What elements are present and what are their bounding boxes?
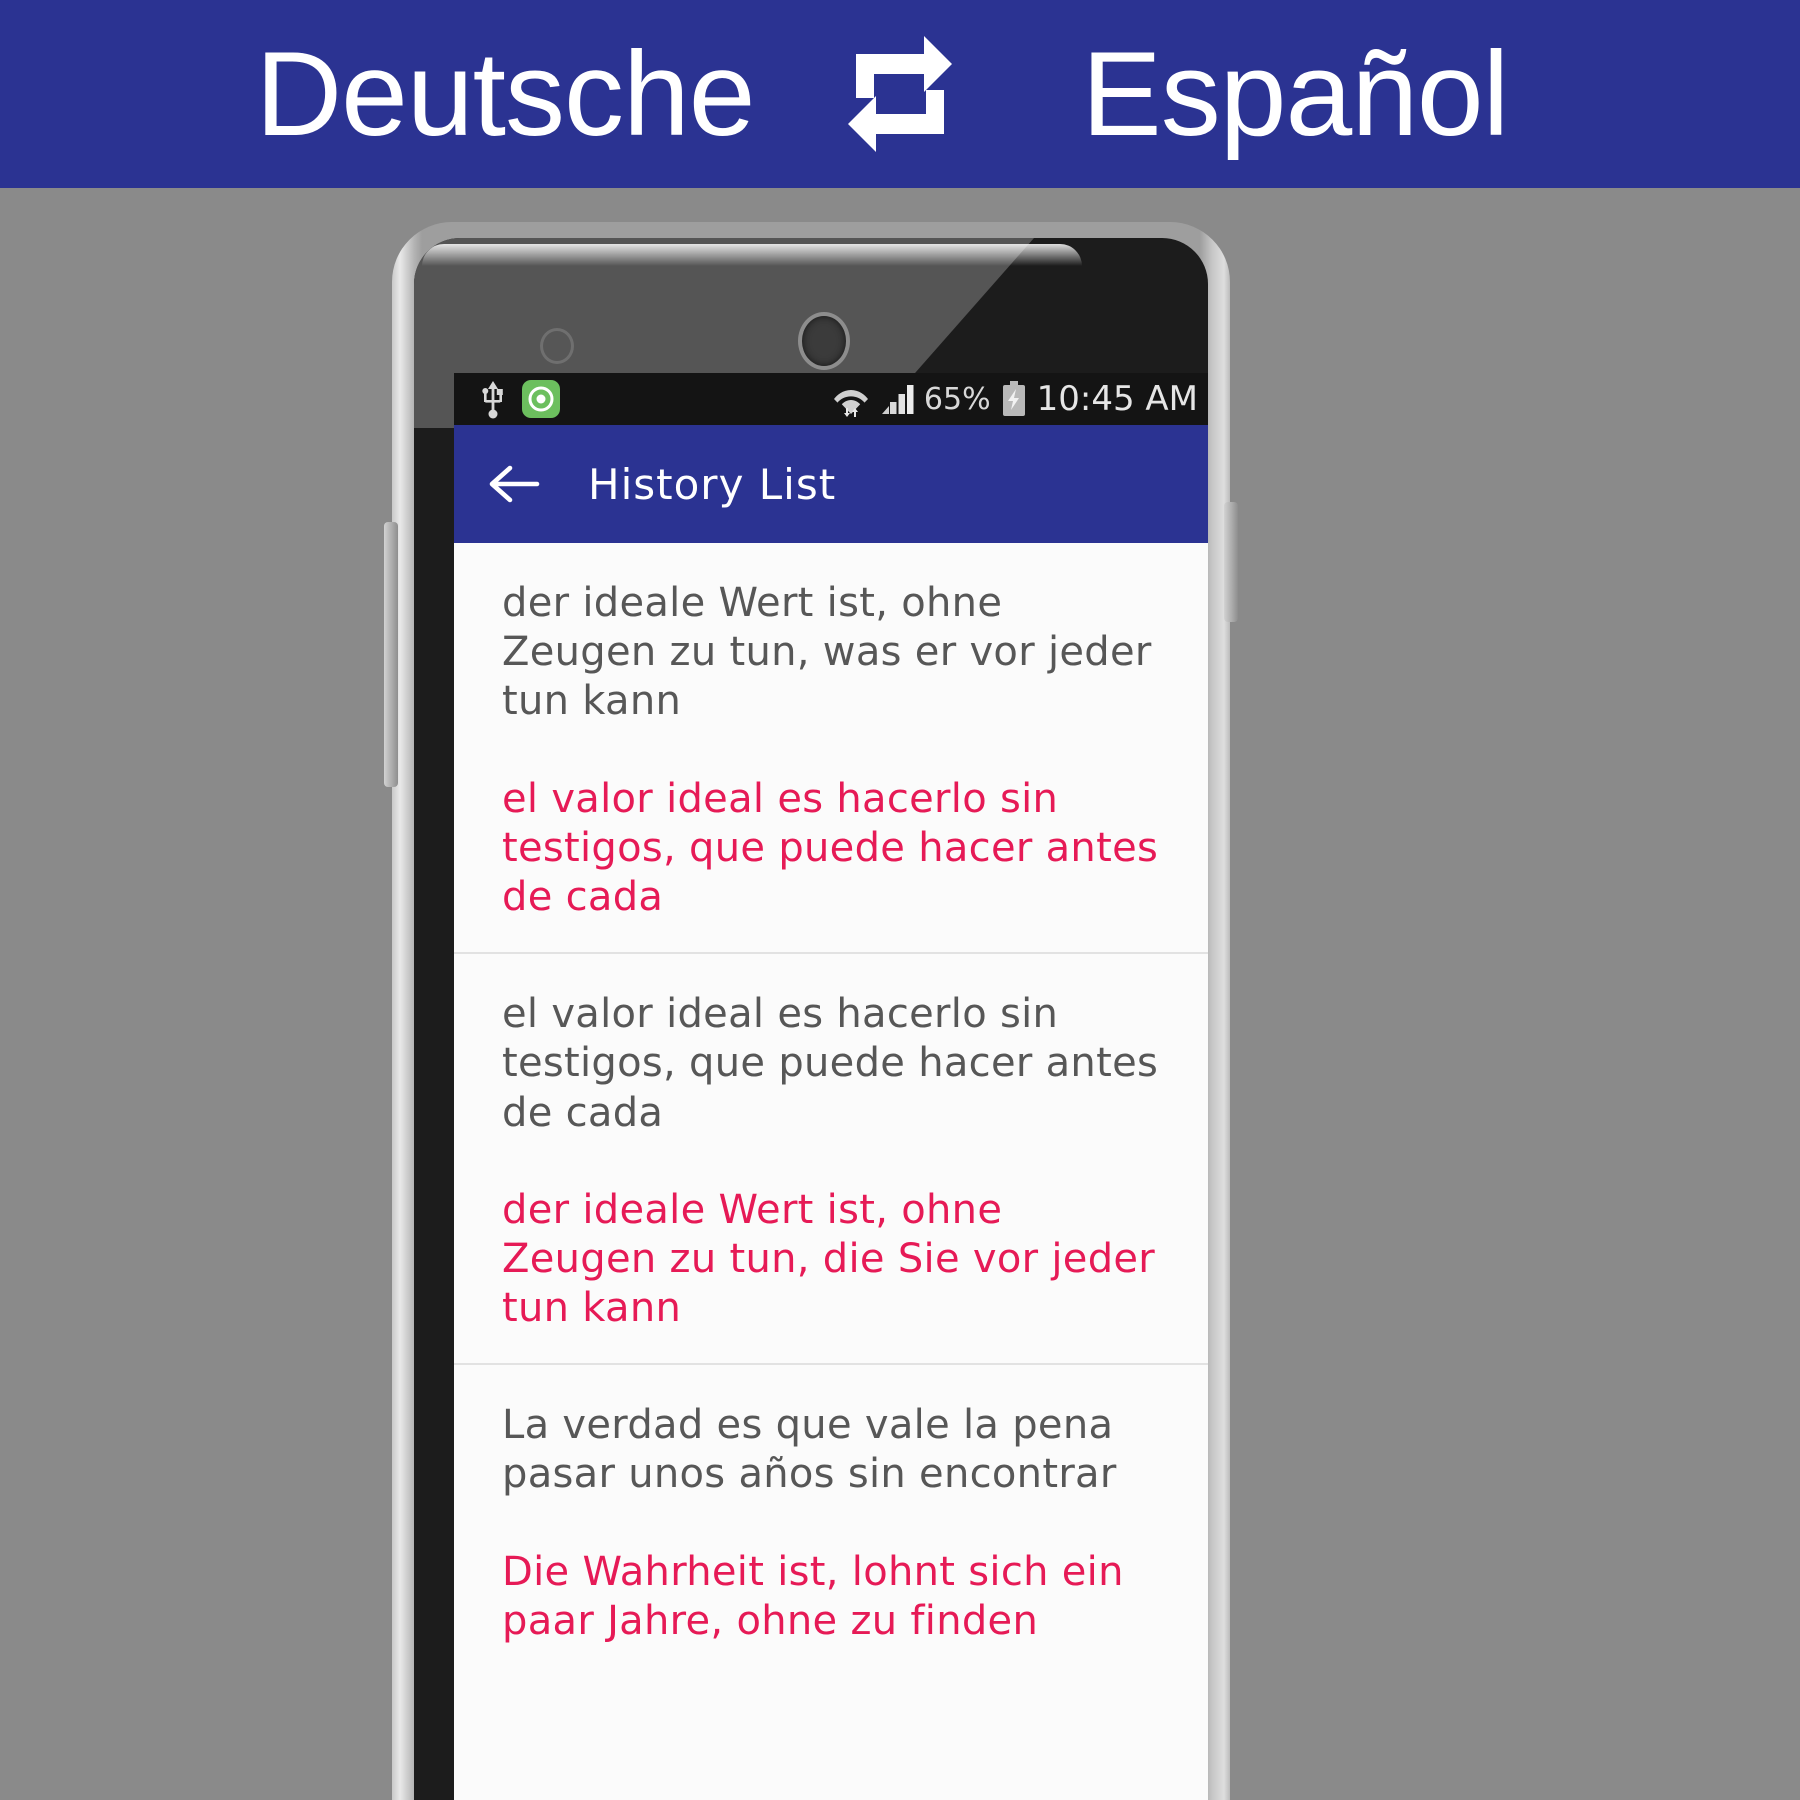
status-bar-left-icons bbox=[480, 379, 560, 419]
swap-languages-icon[interactable] bbox=[815, 34, 985, 154]
status-bar-right-icons: 65% 10:45 AM bbox=[832, 379, 1198, 419]
phone-screen: 65% 10:45 AM History List der ideale Wer… bbox=[454, 373, 1208, 1800]
history-source-text: der ideale Wert ist, ohne Zeugen zu tun,… bbox=[502, 580, 1165, 725]
phone-device-mockup: 65% 10:45 AM History List der ideale Wer… bbox=[384, 222, 1238, 1800]
page-title: History List bbox=[588, 459, 837, 509]
back-arrow-icon[interactable] bbox=[488, 462, 540, 506]
list-item[interactable]: el valor ideal es hacerlo sin testigos, … bbox=[454, 954, 1208, 1366]
list-item[interactable]: der ideale Wert ist, ohne Zeugen zu tun,… bbox=[454, 543, 1208, 955]
wifi-icon bbox=[832, 380, 870, 418]
battery-charging-icon bbox=[1001, 381, 1027, 417]
promo-banner: Deutsche Español bbox=[0, 0, 1800, 188]
proximity-sensor-icon bbox=[540, 328, 574, 364]
bezel-highlight bbox=[422, 244, 1082, 266]
app-notification-icon bbox=[522, 380, 560, 418]
history-translation-text: el valor ideal es hacerlo sin testigos, … bbox=[502, 775, 1172, 920]
promo-target-language: Español bbox=[1081, 27, 1510, 161]
list-item[interactable]: La verdad es que vale la pena pasar unos… bbox=[454, 1365, 1208, 1676]
status-clock: 10:45 AM bbox=[1036, 379, 1198, 419]
app-toolbar: History List bbox=[454, 425, 1208, 543]
front-camera-icon bbox=[802, 316, 846, 366]
history-translation-text: der ideale Wert ist, ohne Zeugen zu tun,… bbox=[502, 1186, 1169, 1332]
android-status-bar: 65% 10:45 AM bbox=[454, 373, 1208, 425]
phone-bezel: 65% 10:45 AM History List der ideale Wer… bbox=[414, 238, 1208, 1800]
power-button[interactable] bbox=[1224, 502, 1238, 622]
volume-button[interactable] bbox=[384, 522, 398, 787]
history-source-text: La verdad es que vale la pena pasar unos… bbox=[502, 1402, 1127, 1498]
usb-icon bbox=[480, 379, 506, 419]
history-source-text: el valor ideal es hacerlo sin testigos, … bbox=[502, 991, 1172, 1136]
promo-source-language: Deutsche bbox=[255, 27, 756, 161]
history-translation-text: Die Wahrheit ist, lohnt sich ein paar Ja… bbox=[502, 1548, 1137, 1644]
history-list[interactable]: der ideale Wert ist, ohne Zeugen zu tun,… bbox=[454, 543, 1208, 1676]
signal-bars-icon bbox=[880, 383, 914, 415]
battery-percent-label: 65% bbox=[923, 381, 991, 417]
